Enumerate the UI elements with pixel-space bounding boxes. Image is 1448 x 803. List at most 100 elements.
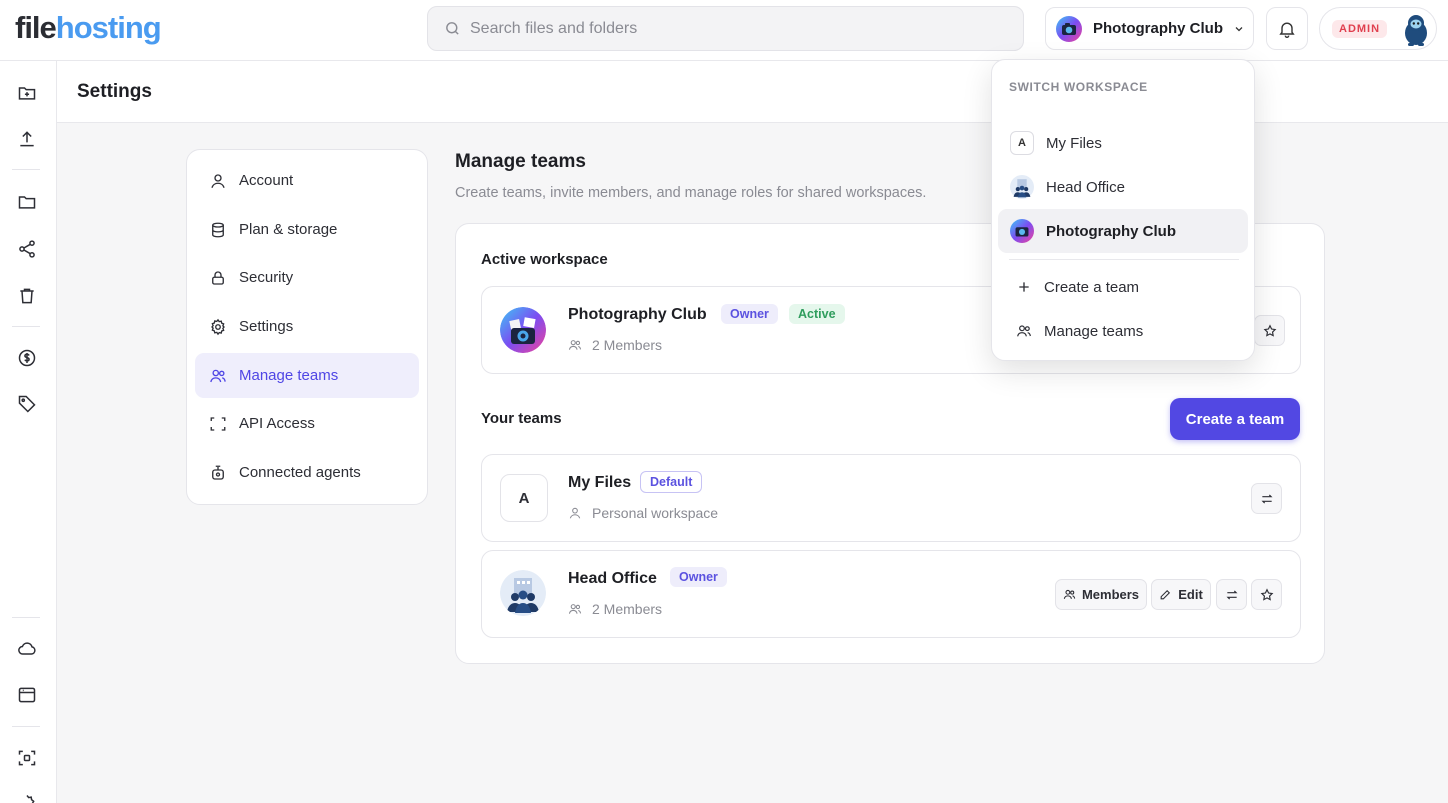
switch-workspace-button[interactable] bbox=[1251, 483, 1282, 514]
icon-rail bbox=[0, 61, 57, 803]
workspace-switcher-label: Photography Club bbox=[1093, 20, 1223, 37]
settings-nav-account[interactable]: Account bbox=[195, 158, 419, 203]
favorite-button[interactable] bbox=[1254, 315, 1285, 346]
team-row-my-files: A My Files Default Personal workspace bbox=[481, 454, 1301, 542]
settings-nav-label: Plan & storage bbox=[239, 221, 338, 238]
user-menu-button[interactable]: ADMIN bbox=[1319, 7, 1437, 50]
dropdown-create-team[interactable]: Create a team bbox=[998, 265, 1248, 309]
team-name: My Files bbox=[568, 474, 632, 491]
pencil-icon bbox=[1160, 589, 1171, 600]
search-icon bbox=[446, 22, 459, 35]
rail-divider bbox=[12, 169, 40, 170]
folder-icon[interactable] bbox=[16, 191, 38, 213]
star-icon bbox=[1263, 323, 1276, 337]
settings-nav-settings[interactable]: Settings bbox=[195, 304, 419, 349]
workspace-option-label: Head Office bbox=[1046, 178, 1125, 196]
default-badge: Default bbox=[640, 471, 703, 493]
workspace-option-my-files[interactable]: A My Files bbox=[998, 121, 1248, 165]
dropdown-action-label: Create a team bbox=[1044, 278, 1140, 296]
swap-icon bbox=[1226, 590, 1237, 599]
settings-nav-manage-teams[interactable]: Manage teams bbox=[195, 353, 419, 398]
screenshot-icon[interactable] bbox=[16, 747, 38, 769]
app-logo[interactable]: filehosting bbox=[15, 10, 162, 46]
browser-window-icon[interactable] bbox=[16, 684, 38, 706]
active-badge: Active bbox=[789, 304, 845, 324]
settings-nav-label: API Access bbox=[239, 415, 315, 432]
head-office-avatar bbox=[1010, 175, 1034, 199]
settings-nav-label: Account bbox=[239, 172, 294, 189]
trash-icon[interactable] bbox=[16, 285, 38, 307]
settings-nav-label: Security bbox=[239, 269, 294, 286]
active-workspace-heading: Active workspace bbox=[481, 251, 608, 268]
users-icon bbox=[1017, 325, 1031, 337]
swap-icon bbox=[1261, 494, 1272, 503]
members-button[interactable]: Members bbox=[1055, 579, 1147, 610]
dropdown-manage-teams[interactable]: Manage teams bbox=[998, 309, 1248, 353]
dropdown-action-label: Manage teams bbox=[1044, 322, 1144, 340]
workspace-option-photography-club[interactable]: Photography Club bbox=[998, 209, 1248, 253]
owner-badge: Owner bbox=[670, 567, 727, 587]
settings-nav-security[interactable]: Security bbox=[195, 255, 419, 300]
users-icon bbox=[210, 369, 226, 382]
member-count: 2 Members bbox=[592, 337, 663, 353]
photography-club-avatar bbox=[1056, 15, 1082, 42]
my-files-avatar: A bbox=[1010, 131, 1034, 155]
notifications-button[interactable] bbox=[1266, 7, 1308, 50]
gear-icon bbox=[211, 318, 225, 335]
settings-rail-icon[interactable] bbox=[16, 792, 38, 803]
robot-icon bbox=[212, 465, 224, 480]
create-team-button[interactable]: Create a team bbox=[1170, 398, 1300, 440]
users-icon bbox=[568, 340, 582, 350]
settings-nav-api-access[interactable]: API Access bbox=[195, 401, 419, 446]
workspace-switcher-dropdown: SWITCH WORKSPACE A My Files Head Office … bbox=[991, 59, 1255, 361]
workspace-option-head-office[interactable]: Head Office bbox=[998, 165, 1248, 209]
new-folder-icon[interactable] bbox=[16, 82, 38, 104]
plus-icon bbox=[1019, 282, 1029, 292]
settings-nav-connected-agents[interactable]: Connected agents bbox=[195, 450, 419, 495]
switch-workspace-button[interactable] bbox=[1216, 579, 1247, 610]
user-avatar bbox=[1405, 15, 1427, 46]
settings-nav-label: Manage teams bbox=[239, 367, 339, 384]
photography-club-avatar bbox=[500, 307, 546, 353]
tag-icon[interactable] bbox=[16, 393, 38, 415]
your-teams-heading: Your teams bbox=[481, 410, 562, 427]
team-row-head-office: Head Office Owner 2 Members Members Edit bbox=[481, 550, 1301, 638]
favorite-button[interactable] bbox=[1251, 579, 1282, 610]
edit-button-label: Edit bbox=[1178, 587, 1203, 602]
settings-nav: Account Plan & storage Security Settings… bbox=[186, 149, 428, 505]
upload-icon[interactable] bbox=[16, 128, 38, 150]
dropdown-divider bbox=[1009, 259, 1239, 260]
my-files-avatar: A bbox=[500, 474, 548, 522]
team-name: Head Office bbox=[568, 570, 657, 587]
search-input[interactable] bbox=[470, 15, 1010, 43]
logo-text-part1: file bbox=[15, 10, 57, 45]
edit-button[interactable]: Edit bbox=[1151, 579, 1211, 610]
scan-icon bbox=[210, 416, 226, 431]
settings-nav-label: Connected agents bbox=[239, 464, 361, 481]
rail-divider bbox=[12, 617, 40, 618]
bell-icon bbox=[1279, 22, 1295, 38]
dropdown-header: SWITCH WORKSPACE bbox=[1009, 80, 1148, 94]
user-icon bbox=[569, 507, 581, 519]
team-meta-text: Personal workspace bbox=[592, 505, 719, 521]
settings-nav-plan-storage[interactable]: Plan & storage bbox=[195, 207, 419, 252]
page-title: Settings bbox=[77, 81, 152, 102]
lock-icon bbox=[212, 270, 224, 285]
head-office-avatar bbox=[500, 570, 546, 616]
search-bar bbox=[427, 6, 1024, 51]
admin-badge: ADMIN bbox=[1332, 20, 1388, 38]
top-bar: filehosting Photography Club ADMIN bbox=[0, 0, 1448, 61]
cloud-icon[interactable] bbox=[16, 638, 38, 660]
owner-badge: Owner bbox=[721, 304, 778, 324]
active-workspace-name: Photography Club bbox=[568, 306, 707, 323]
rail-divider bbox=[12, 726, 40, 727]
team-meta: 2 Members bbox=[568, 601, 662, 617]
dollar-icon[interactable] bbox=[16, 347, 38, 369]
logo-text-part2: hosting bbox=[55, 10, 162, 45]
workspace-switcher-button[interactable]: Photography Club bbox=[1045, 7, 1254, 50]
users-icon bbox=[1063, 589, 1076, 599]
workspace-option-label: My Files bbox=[1046, 134, 1102, 152]
active-workspace-meta: 2 Members bbox=[568, 337, 662, 353]
settings-nav-label: Settings bbox=[239, 318, 294, 335]
share-icon[interactable] bbox=[16, 238, 38, 260]
